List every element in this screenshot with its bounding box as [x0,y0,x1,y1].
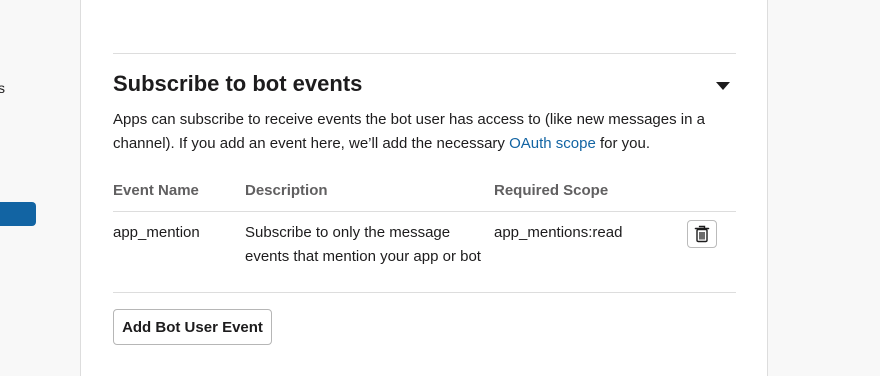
column-header-event-name: Event Name [113,182,199,199]
table-row-divider [113,211,736,212]
sidebar-active-item[interactable] [0,202,36,226]
event-description: Subscribe to only the message events tha… [245,224,481,265]
settings-card: Subscribe to bot events Apps can subscri… [80,0,768,376]
sidebar: s [0,0,80,376]
description-text-end: for you. [595,135,651,152]
table-bottom-divider [113,292,736,293]
caret-down-icon[interactable] [716,82,730,90]
sidebar-item-label[interactable]: s [0,80,5,96]
column-header-required-scope: Required Scope [494,182,609,199]
oauth-scope-link[interactable]: OAuth scope [509,135,596,152]
section-title: Subscribe to bot events [113,71,363,96]
section-description: Apps can subscribe to receive events the… [113,108,738,156]
event-required-scope: app_mentions:read [494,224,623,241]
add-bot-user-event-button[interactable]: Add Bot User Event [113,309,272,345]
trash-icon [694,225,710,243]
delete-event-button[interactable] [687,220,717,248]
event-name-link[interactable]: app_mention [113,221,200,245]
section-divider [113,53,736,54]
column-header-description: Description [245,182,328,199]
